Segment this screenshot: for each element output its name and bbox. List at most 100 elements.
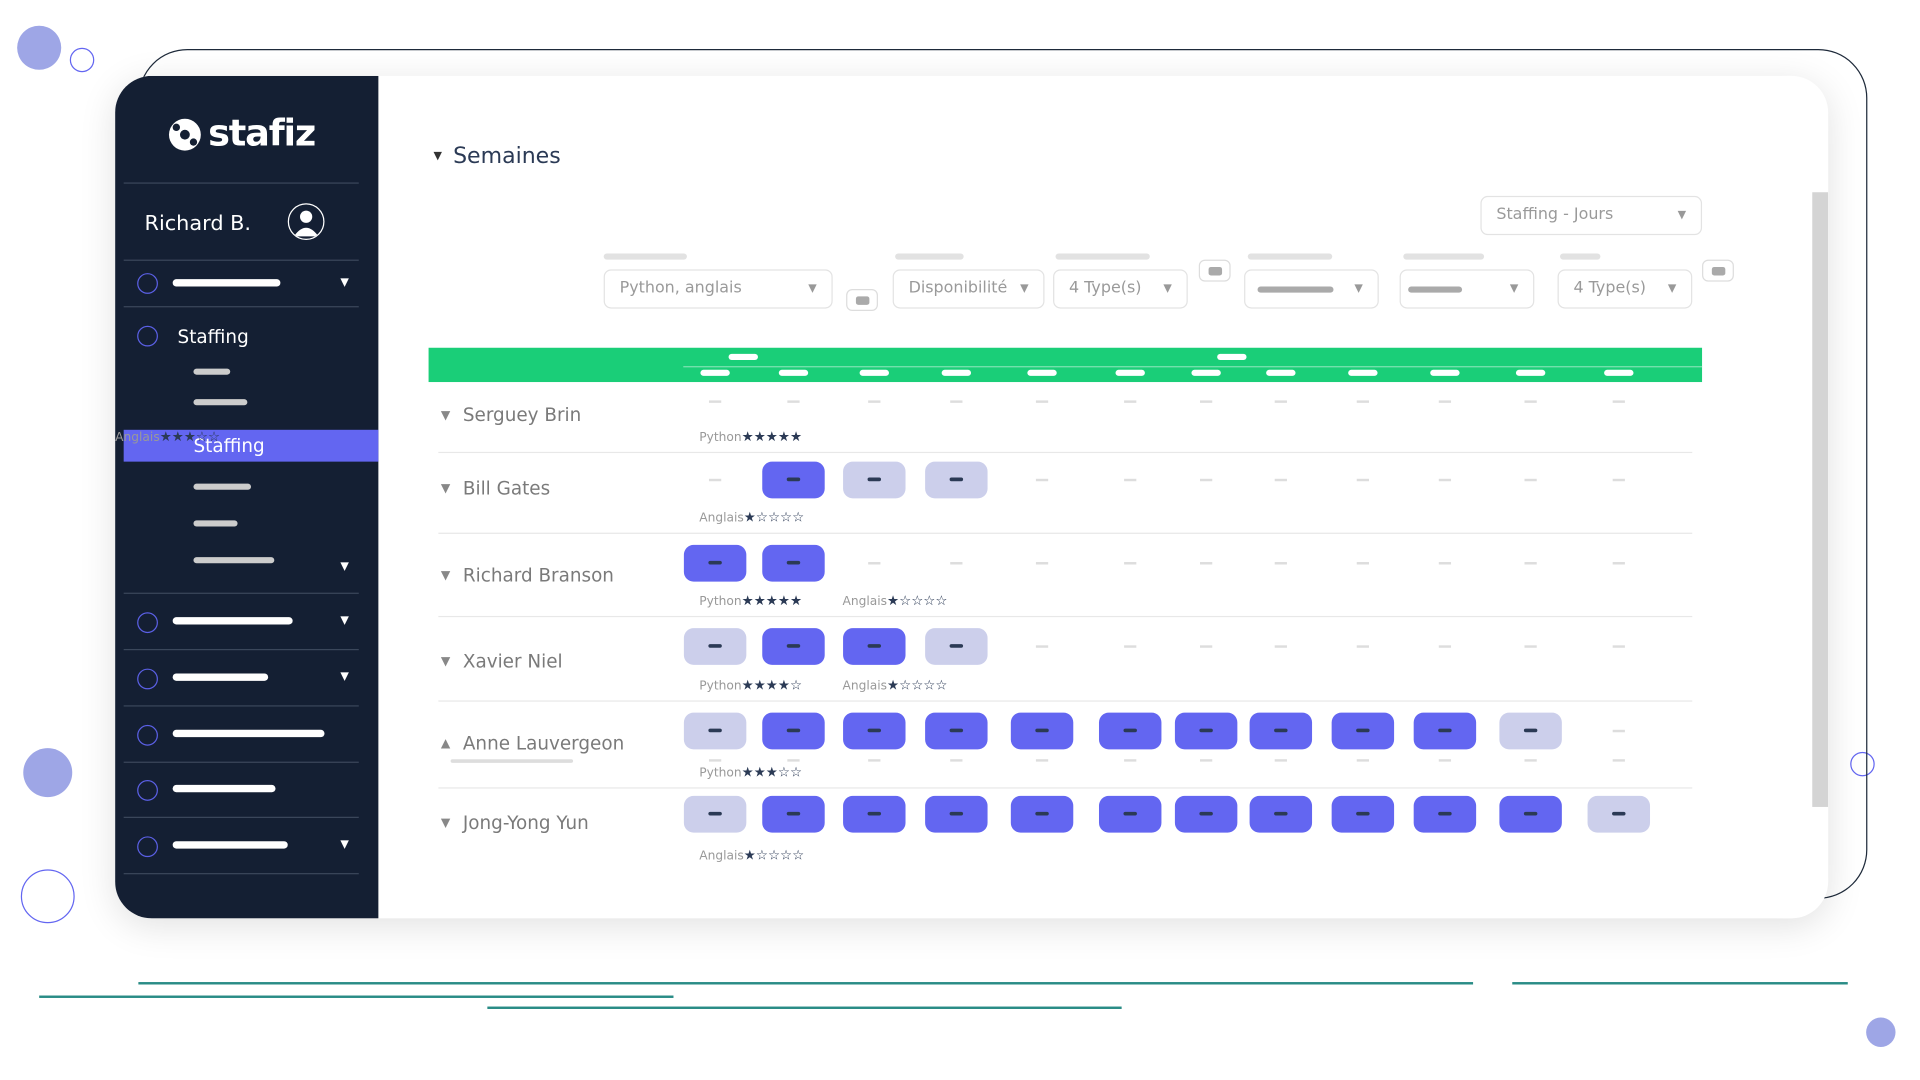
chevron-down-icon[interactable]: ▼ (340, 615, 348, 627)
empty-cell[interactable] (1438, 645, 1452, 648)
nav-section-staffing[interactable]: Staffing (178, 326, 249, 348)
toggle-checkbox[interactable] (1198, 259, 1231, 282)
empty-cell[interactable] (1274, 400, 1287, 403)
staffed-cell[interactable] (1331, 712, 1395, 750)
staffed-cell[interactable] (1098, 795, 1162, 833)
staffed-cell[interactable] (683, 544, 747, 582)
staffed-cell[interactable] (843, 628, 906, 665)
tentative-cell[interactable] (683, 628, 747, 665)
person-name[interactable]: Anne Lauvergeon (463, 732, 624, 754)
tentative-cell[interactable] (925, 461, 988, 499)
person-name[interactable]: Richard Branson (463, 564, 614, 586)
empty-cell[interactable] (1035, 400, 1049, 403)
empty-cell[interactable] (1524, 400, 1537, 403)
staffed-cell[interactable] (1249, 712, 1313, 750)
empty-cell[interactable] (1200, 562, 1213, 565)
tentative-cell[interactable] (843, 461, 906, 499)
person-name[interactable]: Jong-Yong Yun (463, 812, 589, 834)
scrollbar[interactable] (1812, 192, 1829, 807)
empty-cell[interactable] (1035, 562, 1049, 565)
empty-cell[interactable] (1274, 478, 1287, 482)
staffed-cell[interactable] (925, 712, 988, 750)
staffed-cell[interactable] (1010, 795, 1074, 833)
empty-cell[interactable] (1356, 562, 1369, 565)
nav-item-placeholder[interactable] (172, 729, 325, 738)
chevron-down-icon[interactable]: ▼ (340, 277, 348, 289)
sub-item-placeholder[interactable] (193, 557, 275, 564)
empty-cell[interactable] (1612, 562, 1625, 565)
empty-cell[interactable] (950, 562, 963, 565)
staffed-cell[interactable] (762, 712, 825, 750)
empty-cell[interactable] (1124, 645, 1137, 648)
toggle-checkbox[interactable] (846, 288, 878, 312)
types-filter-2[interactable]: 4 Type(s) ▼ (1557, 269, 1693, 309)
toggle-checkbox[interactable] (1702, 259, 1734, 282)
staffed-cell[interactable] (1331, 795, 1395, 833)
availability-filter[interactable]: Disponibilité ▼ (892, 269, 1045, 309)
staffed-cell[interactable] (762, 544, 825, 582)
tentative-cell[interactable] (1499, 712, 1562, 750)
empty-cell[interactable] (1438, 400, 1452, 403)
sub-item-placeholder[interactable] (193, 368, 231, 375)
chevron-down-icon[interactable]: ▼ (340, 671, 348, 683)
chevron-down-icon[interactable]: ▼ (340, 561, 348, 573)
empty-cell[interactable] (868, 562, 881, 565)
empty-cell[interactable] (1524, 645, 1537, 648)
staffed-cell[interactable] (762, 461, 825, 499)
staffed-cell[interactable] (1413, 712, 1477, 750)
view-select[interactable]: Staffing - Jours ▼ (1480, 195, 1703, 236)
empty-cell[interactable] (1612, 478, 1625, 482)
chevron-up-icon[interactable]: ▲ (441, 737, 450, 750)
filter-dropdown[interactable]: ▼ (1399, 269, 1535, 309)
staffed-cell[interactable] (1098, 712, 1162, 750)
person-name[interactable]: Bill Gates (463, 478, 550, 500)
empty-cell[interactable] (1356, 645, 1369, 648)
types-filter-1[interactable]: 4 Type(s) ▼ (1053, 269, 1188, 309)
empty-cell[interactable] (1274, 562, 1287, 565)
empty-cell[interactable] (1356, 400, 1369, 403)
staffed-cell[interactable] (1174, 712, 1238, 750)
nav-item-placeholder[interactable] (172, 673, 269, 681)
empty-cell[interactable] (1356, 478, 1369, 482)
empty-cell[interactable] (1124, 400, 1137, 403)
chevron-down-icon[interactable]: ▼ (441, 569, 450, 582)
nav-item-placeholder[interactable] (172, 841, 288, 849)
staffed-cell[interactable] (762, 628, 825, 665)
empty-cell[interactable] (1612, 729, 1625, 733)
empty-cell[interactable] (1035, 645, 1049, 648)
nav-item-placeholder[interactable] (172, 279, 281, 287)
empty-cell[interactable] (1438, 478, 1452, 482)
empty-cell[interactable] (708, 400, 722, 403)
staffed-cell[interactable] (1413, 795, 1477, 833)
empty-cell[interactable] (1612, 400, 1625, 403)
person-name[interactable]: Serguey Brin (463, 404, 581, 426)
staffed-cell[interactable] (762, 795, 825, 833)
tentative-cell[interactable] (1587, 795, 1651, 833)
chevron-down-icon[interactable]: ▼ (441, 409, 450, 422)
tentative-cell[interactable] (683, 795, 747, 833)
chevron-down-icon[interactable]: ▼ (441, 482, 450, 495)
skills-filter[interactable]: Python, anglais ▼ (603, 269, 833, 309)
staffed-cell[interactable] (1499, 795, 1562, 833)
empty-cell[interactable] (1274, 645, 1287, 648)
empty-cell[interactable] (787, 400, 800, 403)
empty-cell[interactable] (1438, 562, 1452, 565)
empty-cell[interactable] (950, 400, 963, 403)
nav-item-placeholder[interactable] (172, 617, 293, 625)
logo[interactable]: stafiz (167, 113, 316, 156)
staffed-cell[interactable] (1010, 712, 1074, 750)
empty-cell[interactable] (708, 478, 722, 482)
staffed-cell[interactable] (1249, 795, 1313, 833)
empty-cell[interactable] (868, 400, 881, 403)
empty-cell[interactable] (1200, 478, 1213, 482)
tentative-cell[interactable] (683, 712, 747, 750)
nav-item-placeholder[interactable] (172, 784, 276, 793)
chevron-down-icon[interactable]: ▼ (340, 839, 348, 851)
sub-item-placeholder[interactable] (193, 520, 238, 527)
empty-cell[interactable] (1035, 478, 1049, 482)
empty-cell[interactable] (1200, 645, 1213, 648)
collapse-caret-icon[interactable]: ▼ (433, 151, 441, 163)
chevron-down-icon[interactable]: ▼ (441, 817, 450, 830)
chevron-down-icon[interactable]: ▼ (441, 655, 450, 668)
empty-cell[interactable] (1524, 562, 1537, 565)
